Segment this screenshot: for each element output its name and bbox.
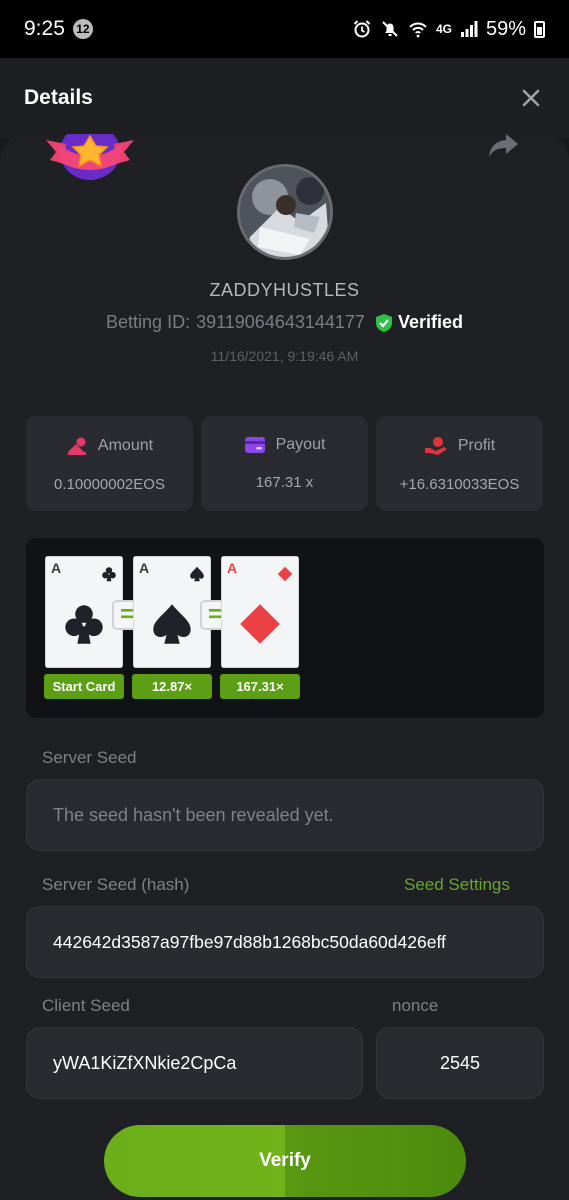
wallet-icon — [244, 437, 265, 453]
stat-profit: Profit +16.6310033EOS — [376, 416, 543, 511]
battery-percent: 59% — [485, 17, 526, 40]
status-time: 9:25 — [24, 17, 65, 40]
spade-small-icon — [190, 566, 204, 582]
card-ace-diamonds: A — [221, 556, 299, 668]
verified-badge: Verified — [375, 312, 463, 333]
diamond-icon — [240, 604, 280, 644]
card-rank: A — [227, 560, 238, 576]
server-seed-hash-field[interactable]: 442642d3587a97fbe97d88b1268bc50da60d426e… — [26, 906, 544, 978]
status-bar: 9:25 12 4G 59% — [0, 0, 569, 58]
level-badge-icon — [44, 124, 136, 185]
server-seed-field[interactable]: The seed hasn't been revealed yet. — [26, 779, 544, 851]
page-title: Details — [24, 86, 93, 109]
username: ZADDYHUSTLES — [209, 280, 360, 300]
cards-panel: A = A = A Start Card 12.87× 167.31× — [26, 538, 544, 718]
card-tag-multiplier: 12.87× — [132, 674, 212, 699]
spade-icon — [153, 604, 191, 644]
mute-icon — [380, 19, 400, 39]
close-button[interactable] — [517, 84, 545, 112]
alarm-icon — [352, 19, 372, 39]
avatar — [237, 164, 333, 260]
betting-id-value: 39119064643144177 — [196, 312, 365, 332]
stat-profit-label: Profit — [457, 437, 496, 454]
stat-amount: Amount 0.10000002EOS — [26, 416, 193, 511]
share-icon — [489, 134, 518, 157]
server-seed-hash-label: Server Seed (hash) — [42, 875, 190, 894]
client-seed-label: Client Seed — [42, 996, 130, 1015]
details-header: Details — [0, 58, 569, 138]
stat-amount-label: Amount — [97, 437, 154, 454]
client-seed-field[interactable]: yWA1KiZfXNkie2CpCa — [26, 1027, 363, 1099]
close-icon — [522, 89, 540, 107]
stat-amount-value: 0.10000002EOS — [54, 476, 165, 493]
betting-id-row: Betting ID: 39119064643144177 Verified — [0, 312, 569, 333]
status-icons: 4G 59% — [352, 18, 545, 41]
stat-profit-value: +16.6310033EOS — [399, 476, 520, 493]
card-tag-multiplier: 167.31× — [220, 674, 300, 699]
wifi-icon — [408, 19, 428, 39]
betting-id-label: Betting ID: — [106, 312, 191, 332]
card-tag-start: Start Card — [44, 674, 124, 699]
nonce-field[interactable]: 2545 — [376, 1027, 544, 1099]
battery-icon — [534, 20, 545, 38]
verified-label: Verified — [397, 312, 463, 332]
stat-payout-value: 167.31 x — [255, 474, 314, 491]
seed-settings-link[interactable]: Seed Settings — [404, 875, 510, 895]
diamond-small-icon — [277, 566, 293, 582]
coins-icon — [67, 437, 86, 455]
nonce-label: nonce — [392, 996, 439, 1015]
hand-coin-icon — [424, 437, 447, 455]
server-seed-label: Server Seed — [42, 748, 137, 767]
club-icon — [65, 605, 103, 644]
share-button[interactable] — [486, 130, 520, 162]
notification-count-badge: 12 — [72, 19, 93, 39]
card-rank: A — [139, 560, 150, 576]
card-rank: A — [51, 560, 62, 576]
bet-timestamp: 11/16/2021, 9:19:46 AM — [210, 348, 359, 364]
stat-payout: Payout 167.31 x — [201, 416, 368, 511]
signal-icon — [460, 20, 478, 38]
shield-check-icon — [375, 313, 392, 332]
stat-payout-label: Payout — [275, 436, 326, 453]
club-small-icon — [102, 567, 116, 582]
network-type-label: 4G — [435, 22, 452, 36]
verify-button[interactable]: Verify — [104, 1125, 466, 1197]
